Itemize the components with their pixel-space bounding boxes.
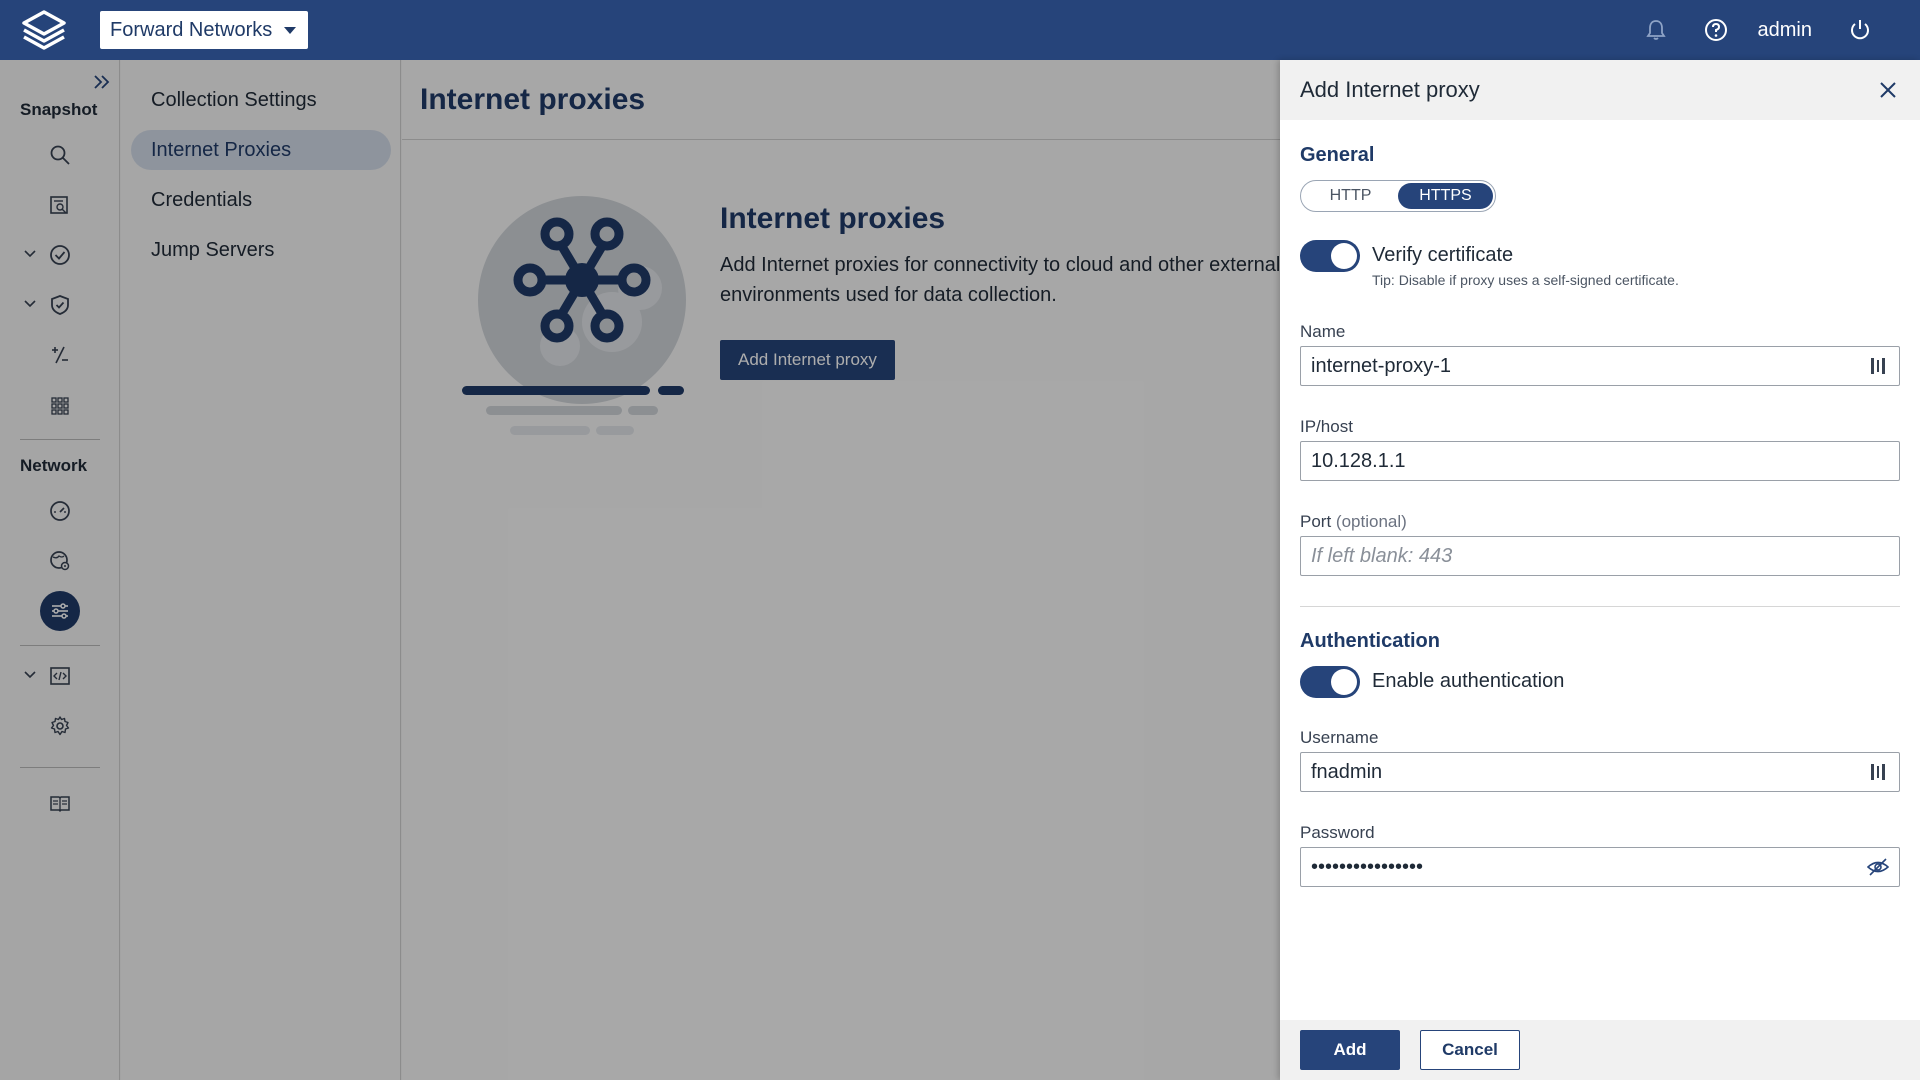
password-field [1300, 847, 1900, 887]
authentication-section-title: Authentication [1300, 630, 1440, 652]
password-manager-icon[interactable] [1867, 355, 1889, 377]
cancel-button[interactable]: Cancel [1420, 1030, 1520, 1070]
org-name: Forward Networks [110, 18, 273, 41]
host-input[interactable] [1311, 449, 1889, 473]
eye-off-icon[interactable] [1867, 856, 1889, 878]
toggle-knob [1331, 243, 1357, 269]
username-label: Username [1300, 728, 1379, 747]
power-icon[interactable] [1830, 0, 1890, 60]
username-input[interactable] [1311, 760, 1867, 784]
close-icon[interactable] [1874, 76, 1902, 104]
protocol-option-http[interactable]: HTTP [1303, 183, 1398, 209]
port-label: Port (optional) [1300, 512, 1407, 532]
add-button[interactable]: Add [1300, 1030, 1400, 1070]
enable-authentication-label: Enable authentication [1372, 670, 1565, 692]
drawer-footer: Add Cancel [1280, 1020, 1920, 1080]
modal-overlay[interactable] [0, 60, 1280, 1080]
section-divider [1300, 606, 1900, 607]
username-field [1300, 752, 1900, 792]
password-label: Password [1300, 823, 1375, 842]
verify-certificate-toggle[interactable] [1300, 240, 1360, 272]
port-optional-hint: (optional) [1335, 512, 1407, 531]
password-input[interactable] [1311, 855, 1867, 879]
user-name[interactable]: admin [1746, 19, 1830, 42]
host-label: IP/host [1300, 417, 1353, 436]
enable-authentication-toggle[interactable] [1300, 666, 1360, 698]
password-manager-icon[interactable] [1867, 761, 1889, 783]
name-label: Name [1300, 322, 1346, 341]
toggle-knob [1331, 669, 1357, 695]
top-bar: Forward Networks admin [0, 0, 1920, 60]
caret-down-icon [284, 26, 297, 34]
port-label-text: Port [1300, 512, 1332, 531]
host-field [1300, 441, 1900, 481]
add-proxy-drawer: Add Internet proxy General HTTP HTTPS Ve… [1280, 60, 1920, 1080]
verify-certificate-tip: Tip: Disable if proxy uses a self-signed… [1372, 272, 1679, 288]
forward-logo-icon[interactable] [14, 0, 74, 60]
bell-icon[interactable] [1626, 0, 1686, 60]
port-field [1300, 536, 1900, 576]
org-selector[interactable]: Forward Networks [100, 11, 309, 49]
port-input[interactable] [1311, 544, 1889, 568]
verify-certificate-label: Verify certificate [1372, 244, 1514, 266]
general-section-title: General [1300, 144, 1375, 166]
protocol-segmented-control: HTTP HTTPS [1300, 180, 1496, 212]
drawer-title: Add Internet proxy [1300, 77, 1480, 102]
name-field [1300, 346, 1900, 386]
protocol-option-https[interactable]: HTTPS [1398, 183, 1493, 209]
name-input[interactable] [1311, 354, 1867, 378]
help-icon[interactable] [1686, 0, 1746, 60]
drawer-header: Add Internet proxy [1280, 60, 1920, 120]
